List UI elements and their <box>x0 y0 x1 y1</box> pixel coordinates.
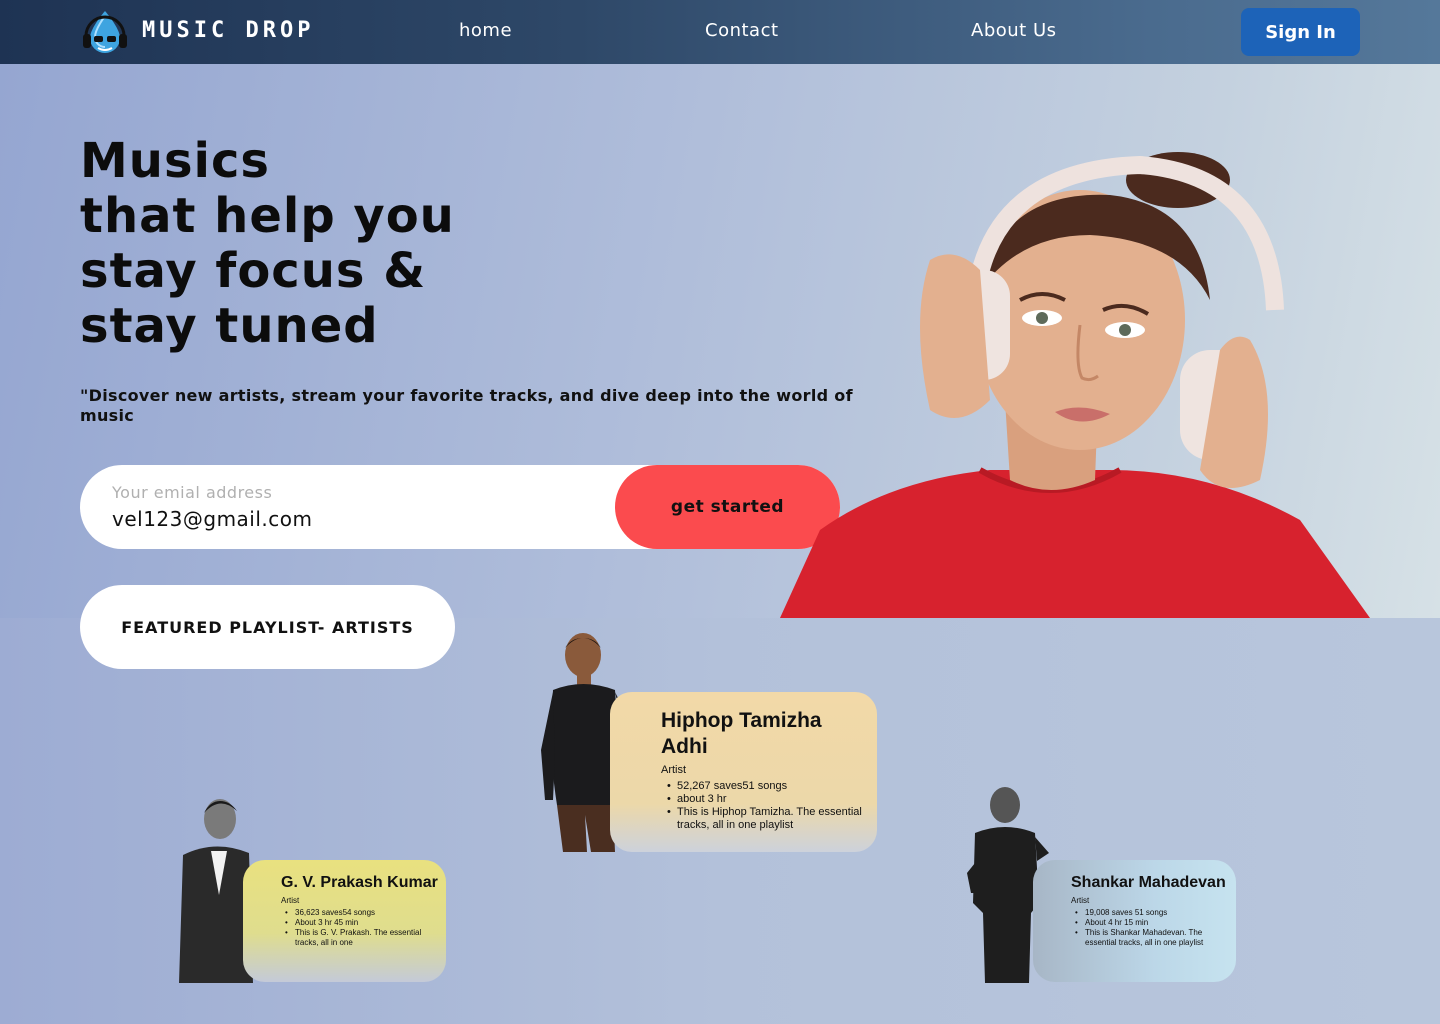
top-nav: MUSIC DROP home Contact About Us Sign In <box>0 0 1440 64</box>
artist-role: Artist <box>661 764 687 776</box>
nav-link-contact[interactable]: Contact <box>705 20 779 41</box>
hero-headline: Musics that help you stay focus & stay t… <box>80 134 640 354</box>
artist-detail-item: This is G. V. Prakash. The essential tra… <box>283 928 443 948</box>
artist-details: 36,623 saves54 songs About 3 hr 45 min T… <box>283 908 443 948</box>
artist-detail-item: About 4 hr 15 min <box>1073 918 1233 928</box>
artist-role: Artist <box>281 896 300 905</box>
artist-details: 19,008 saves 51 songs About 4 hr 15 min … <box>1073 908 1233 948</box>
brand-name: MUSIC DROP <box>142 18 315 43</box>
email-input[interactable]: vel123@gmail.com <box>112 507 313 531</box>
headline-line: stay tuned <box>80 298 379 354</box>
artist-card-hiphop-tamizha[interactable]: Hiphop Tamizha Adhi Artist 52,267 saves5… <box>610 692 877 852</box>
artist-detail-item: 36,623 saves54 songs <box>283 908 443 918</box>
headphone-droplet-logo-icon[interactable] <box>80 8 130 58</box>
artist-name: G. V. Prakash Kumar <box>281 874 438 891</box>
email-signup-form: Your emial address vel123@gmail.com get … <box>80 465 840 549</box>
email-placeholder-label: Your emial address <box>112 483 273 502</box>
artist-name: Shankar Mahadevan <box>1071 874 1226 891</box>
artist-name: Hiphop Tamizha Adhi <box>661 709 822 758</box>
headline-line: that help you <box>80 188 455 244</box>
artist-detail-item: This is Hiphop Tamizha. The essential tr… <box>665 806 870 832</box>
artist-detail-item: 52,267 saves51 songs <box>665 780 870 793</box>
artist-detail-item: 19,008 saves 51 songs <box>1073 908 1233 918</box>
nav-link-about-us[interactable]: About Us <box>971 20 1057 41</box>
headline-line: Musics <box>80 133 270 189</box>
artist-card-shankar-mahadevan[interactable]: Shankar Mahadevan Artist 19,008 saves 51… <box>1033 860 1236 982</box>
sign-in-button[interactable]: Sign In <box>1241 8 1360 56</box>
artist-role: Artist <box>1071 896 1090 905</box>
artist-card-gv-prakash[interactable]: G. V. Prakash Kumar Artist 36,623 saves5… <box>243 860 446 982</box>
hero-tagline: "Discover new artists, stream your favor… <box>80 386 853 425</box>
artist-detail-item: about 3 hr <box>665 793 870 806</box>
nav-link-home[interactable]: home <box>459 20 512 41</box>
featured-playlist-label: FEATURED PLAYLIST- ARTISTS <box>80 585 455 669</box>
woman-with-headphones-image <box>780 152 1370 618</box>
artist-detail-item: This is Shankar Mahadevan. The essential… <box>1073 928 1233 948</box>
headline-line: stay focus & <box>80 243 427 299</box>
artist-details: 52,267 saves51 songs about 3 hr This is … <box>665 780 870 832</box>
artist-detail-item: About 3 hr 45 min <box>283 918 443 928</box>
